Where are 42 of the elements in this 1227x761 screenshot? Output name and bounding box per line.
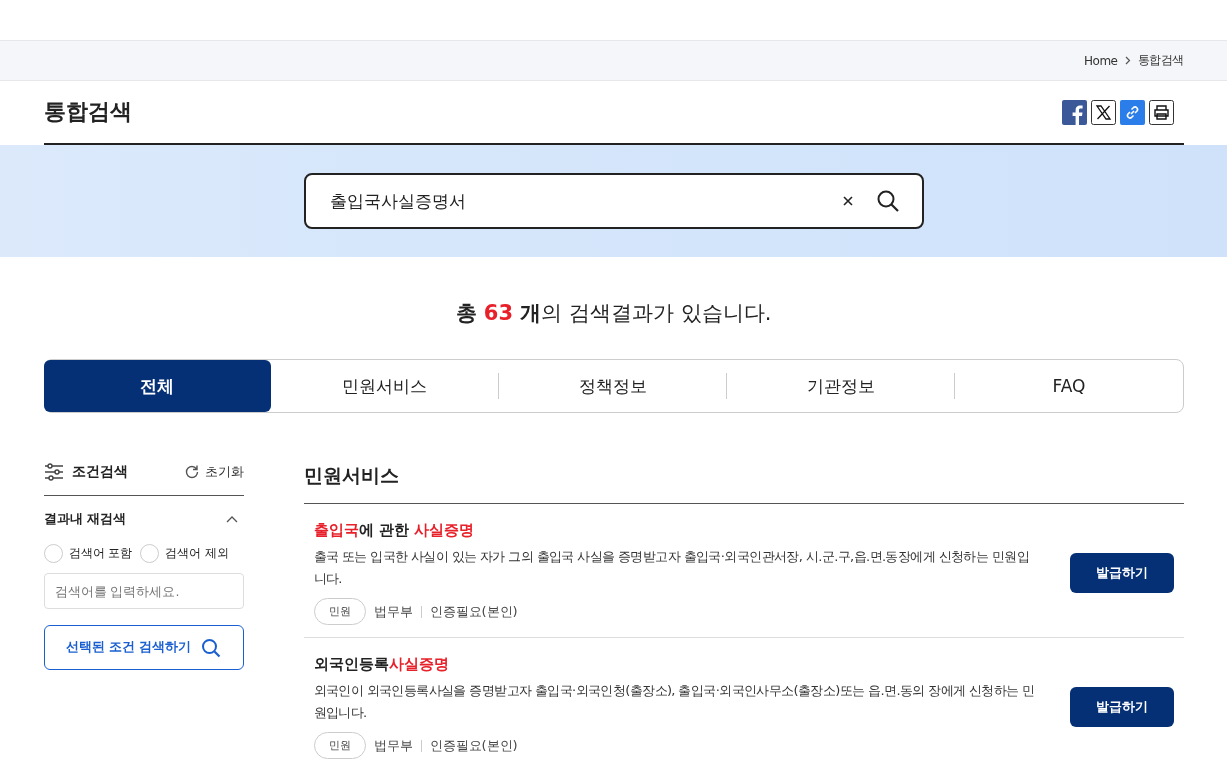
- close-icon[interactable]: [841, 195, 854, 207]
- breadcrumb-link[interactable]: Home: [1084, 53, 1118, 68]
- x-logo-icon[interactable]: [1090, 99, 1116, 125]
- category-tab[interactable]: 정책정보: [498, 360, 727, 412]
- page-title: 통합검색: [43, 98, 132, 126]
- filter-title: 조건검색: [71, 463, 129, 481]
- sliders-icon: [43, 463, 64, 481]
- search-input[interactable]: 출입국사실증명서: [327, 190, 820, 212]
- chevron-right-icon: [1124, 56, 1131, 65]
- auth-text: 인증필요(본인): [429, 736, 518, 755]
- agency-text: 법무부: [373, 736, 413, 755]
- keyword-input-field[interactable]: 검색어를 입력하세요.: [43, 573, 244, 609]
- condition-search-button[interactable]: 선택된 조건 검색하기: [43, 625, 244, 670]
- category-tab[interactable]: FAQ: [955, 360, 1183, 412]
- result-title-link[interactable]: 출입국에 관한 사실증명: [313, 521, 474, 539]
- category-tab[interactable]: 전체: [43, 360, 271, 412]
- radio-button[interactable]: [140, 544, 160, 563]
- radio-label: 검색어 포함: [68, 545, 133, 562]
- link-icon[interactable]: [1119, 99, 1145, 125]
- auth-text: 인증필요(본인): [429, 602, 518, 621]
- category-tab[interactable]: 기관정보: [727, 360, 955, 412]
- issue-button[interactable]: 발급하기: [1069, 686, 1174, 727]
- search-field[interactable]: 출입국사실증명서: [303, 173, 924, 229]
- search-icon: [201, 637, 222, 658]
- print-icon[interactable]: [1148, 99, 1174, 125]
- result-description: 출국 또는 입국한 사실이 있는 자가 그의 출입국 사실을 증명받고자 출입국·외국인관서장, 시.군.구,읍.면.동장에게 신청하는 민원입니다.: [313, 548, 1030, 588]
- agency-text: 법무부: [373, 602, 413, 621]
- category-tab[interactable]: 민원서비스: [270, 360, 498, 412]
- refresh-icon: [183, 464, 200, 480]
- reset-button[interactable]: 초기화: [183, 463, 244, 481]
- radio-label: 검색어 제외: [165, 545, 230, 562]
- result-description: 외국인이 외국인등록사실을 증명받고자 출입국·외국인청(출장소), 출입국·외국인사무소(출장소)또는 읍.면.동의 장에게 신청하는 민원입니다.: [313, 682, 1036, 722]
- chevron-up-icon[interactable]: [225, 515, 238, 523]
- section-label: 결과내 재검색: [43, 510, 127, 528]
- facebook-icon[interactable]: [1061, 99, 1087, 125]
- breadcrumb-link[interactable]: 통합검색: [1137, 52, 1184, 69]
- section-title: 민원서비스: [303, 463, 1184, 504]
- radio-button[interactable]: [43, 544, 63, 563]
- result-title-link[interactable]: 외국인등록사실증명: [313, 655, 449, 673]
- issue-button[interactable]: 발급하기: [1069, 552, 1174, 593]
- result-count-text: 총 63 개의 검색결과가 있습니다.: [454, 300, 773, 327]
- search-icon[interactable]: [875, 189, 900, 213]
